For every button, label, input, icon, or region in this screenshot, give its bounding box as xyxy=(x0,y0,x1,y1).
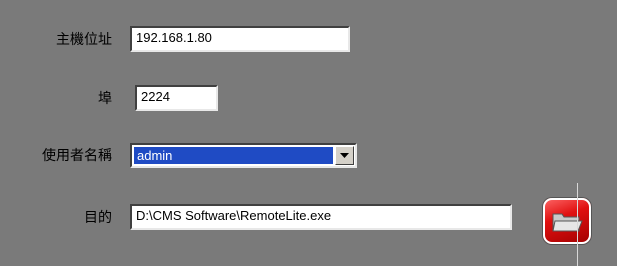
user-row: 使用者名稱 xyxy=(0,142,112,168)
username-selected-value: admin xyxy=(134,147,333,164)
browse-button[interactable] xyxy=(543,198,591,244)
port-input[interactable]: 2224 xyxy=(135,85,218,111)
host-label: 主機位址 xyxy=(56,32,112,48)
target-row: 目的 xyxy=(0,204,112,230)
host-input[interactable]: 192.168.1.80 xyxy=(130,26,350,52)
port-row: 埠 xyxy=(0,85,112,111)
divider-line xyxy=(577,183,578,266)
port-label: 埠 xyxy=(98,91,112,107)
folder-icon xyxy=(552,213,583,232)
dropdown-button[interactable] xyxy=(335,146,354,165)
user-label: 使用者名稱 xyxy=(42,148,112,164)
target-path-input[interactable]: D:\CMS Software\RemoteLite.exe xyxy=(130,204,512,230)
chevron-down-icon xyxy=(340,153,349,158)
username-select[interactable]: admin xyxy=(130,143,357,168)
host-row: 主機位址 xyxy=(0,26,112,52)
target-label: 目的 xyxy=(84,210,112,226)
